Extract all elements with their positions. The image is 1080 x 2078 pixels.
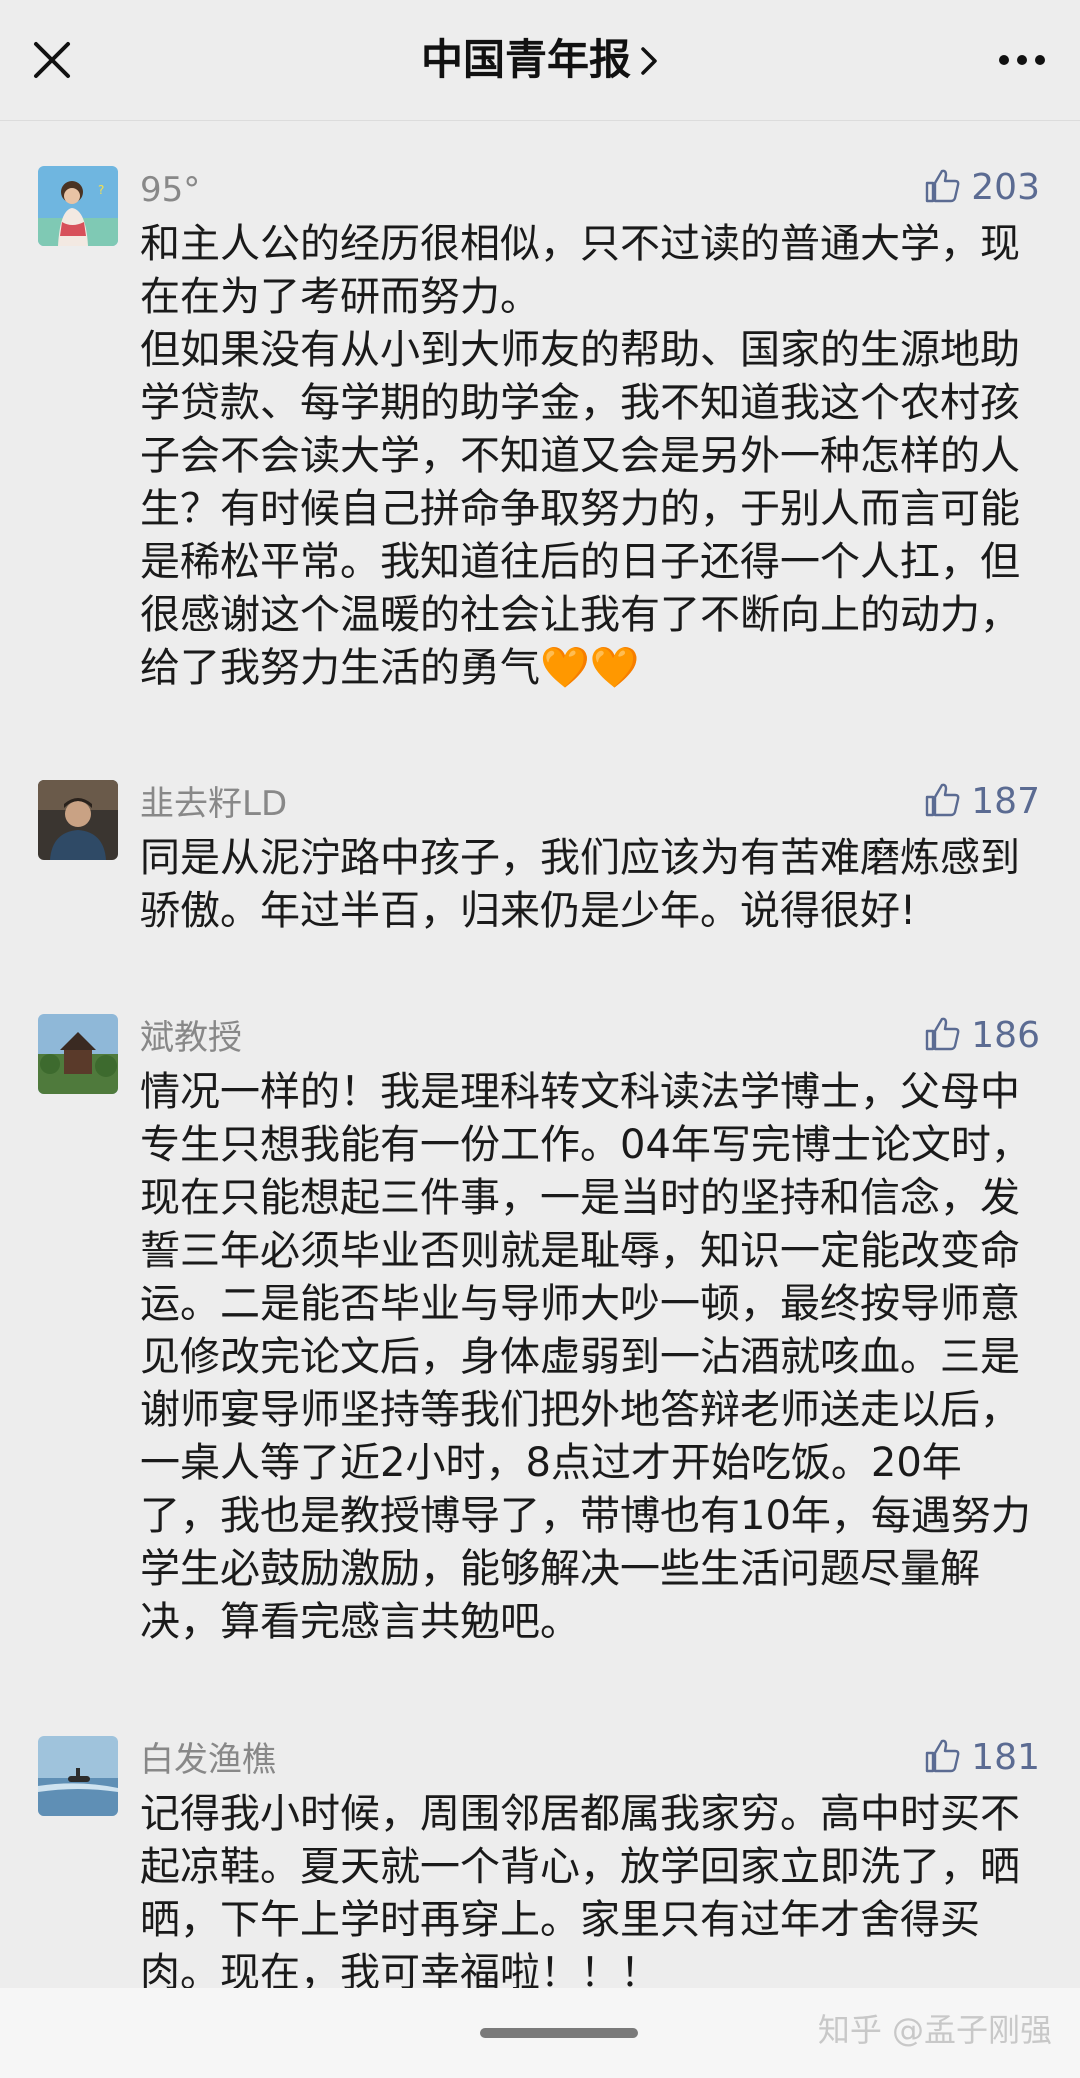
more-dots-icon[interactable] — [998, 44, 1046, 76]
comment-author[interactable]: 韭去籽LD — [140, 782, 287, 826]
chevron-right-icon — [639, 33, 659, 93]
like-button[interactable]: 203 — [923, 166, 1040, 210]
comment-author[interactable]: 斌教授 — [140, 1016, 242, 1060]
comment-text: 同是从泥泞路中孩子，我们应该为有苦难磨炼感到 骄傲。年过半百，归来仍是少年。说得… — [140, 835, 1020, 934]
comment-text: 和主人公的经历很相似，只不过读的普通大学，现 在在为了考研而努力。 但如果没有从… — [140, 221, 1020, 691]
home-indicator[interactable] — [480, 2028, 638, 2038]
avatar[interactable] — [38, 780, 118, 860]
comment-author[interactable]: 白发渔樵 — [140, 1738, 276, 1782]
thumbs-up-icon — [923, 167, 961, 209]
like-count: 186 — [971, 1015, 1040, 1056]
thumbs-up-icon — [923, 1015, 961, 1057]
like-count: 187 — [971, 781, 1040, 822]
thumbs-up-icon — [923, 1737, 961, 1779]
like-button[interactable]: 181 — [923, 1736, 1040, 1780]
top-bar: 中国青年报 — [0, 0, 1080, 121]
thumbs-up-icon — [923, 781, 961, 823]
like-count: 203 — [971, 167, 1040, 208]
svg-text:?: ? — [98, 183, 104, 197]
account-title-link[interactable]: 中国青年报 — [0, 30, 1080, 93]
page-title: 中国青年报 — [420, 35, 631, 84]
like-button[interactable]: 186 — [923, 1014, 1040, 1058]
avatar[interactable] — [38, 1736, 118, 1816]
comment-text: 记得我小时候，周围邻居都属我家穷。高中时买不 起凉鞋。夏天就一个背心，放学回家立… — [140, 1791, 1020, 1996]
comment-text: 情况一样的！我是理科转文科读法学博士，父母中 专生只想我能有一份工作。04年写完… — [140, 1069, 1031, 1645]
watermark: 知乎 @孟子刚强 — [817, 2011, 1052, 2049]
like-button[interactable]: 187 — [923, 780, 1040, 824]
comment-author[interactable]: 95° — [140, 168, 200, 212]
avatar[interactable]: ? — [38, 166, 118, 246]
avatar[interactable] — [38, 1014, 118, 1094]
like-count: 181 — [971, 1737, 1040, 1778]
